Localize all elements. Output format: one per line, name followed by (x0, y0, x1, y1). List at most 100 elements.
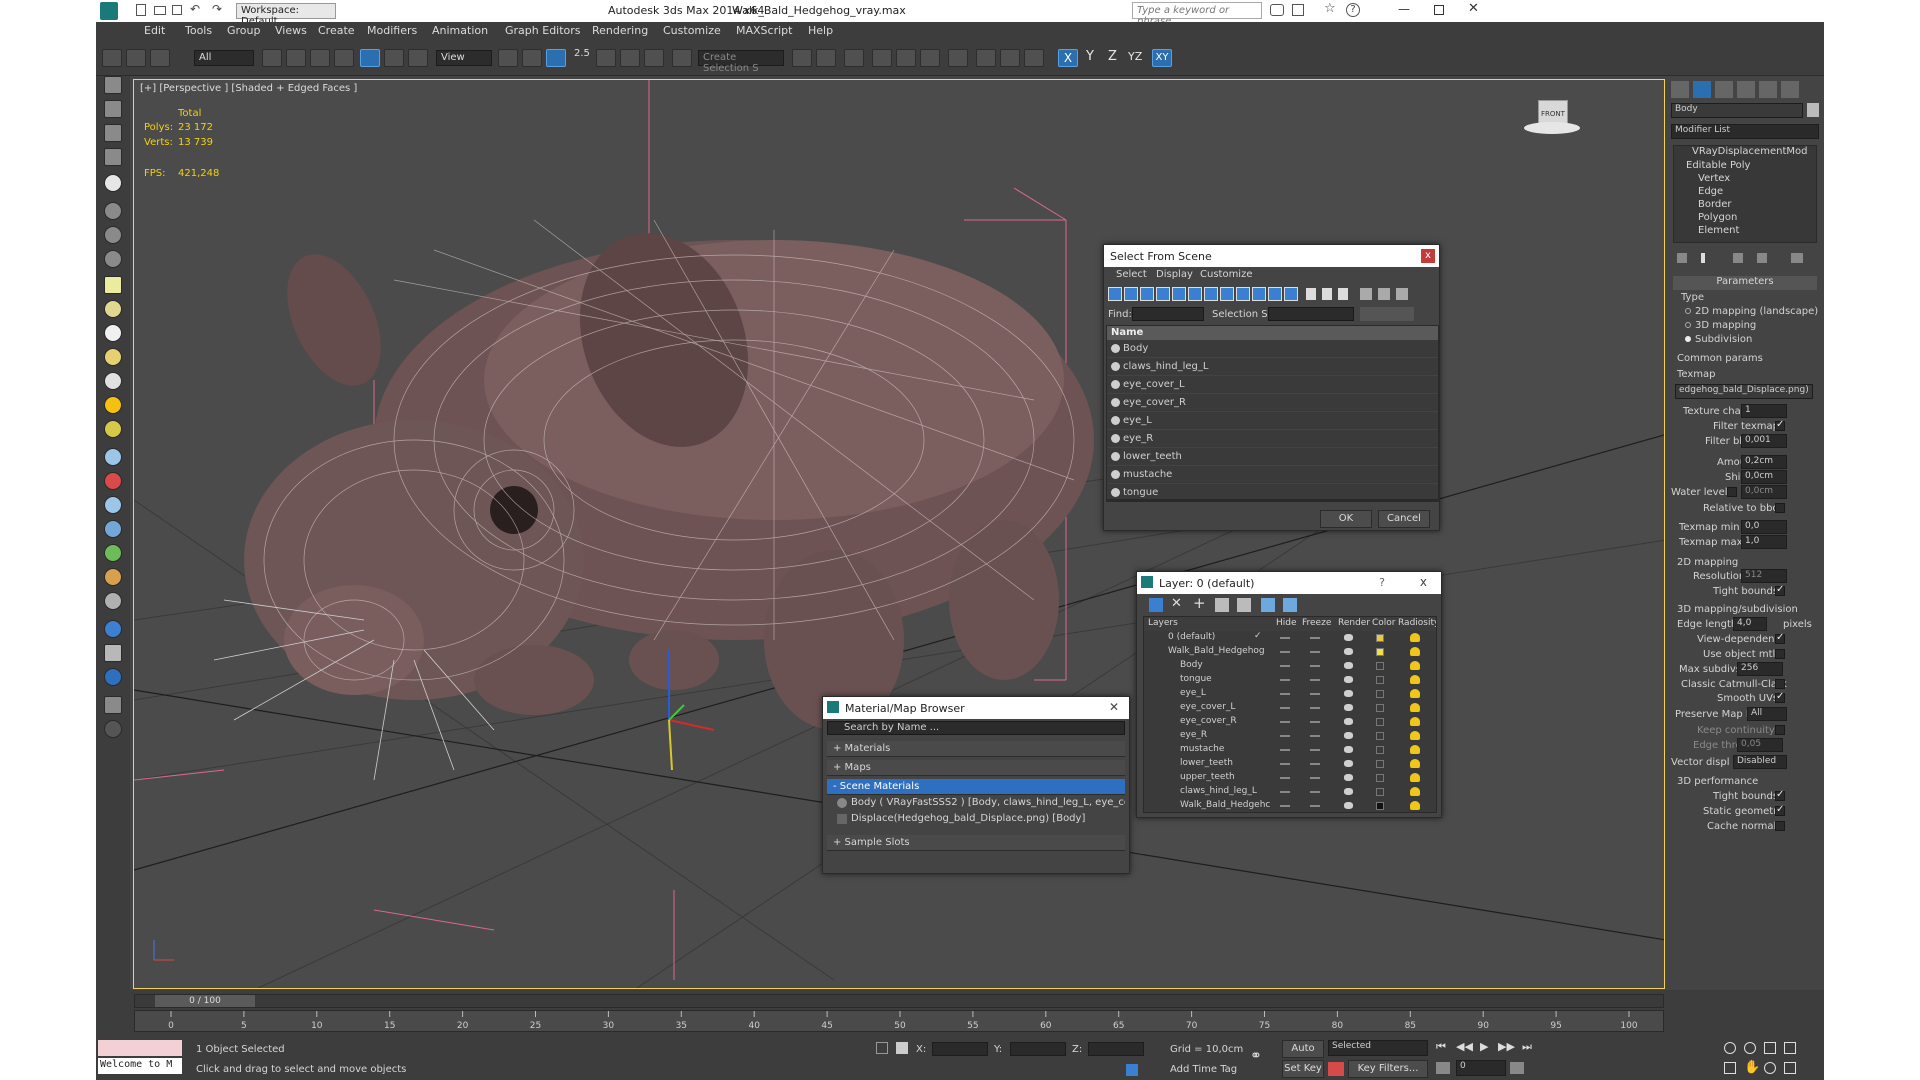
sfs-item-mustache[interactable]: mustache (1107, 466, 1438, 484)
play-icon[interactable]: ▶ (1480, 1040, 1488, 1053)
radiosity-icon[interactable] (1410, 787, 1420, 796)
sfs-item-eye-cover-r[interactable]: eye_cover_R (1107, 394, 1438, 412)
menu-customize[interactable]: Customize (663, 24, 721, 37)
layer-row[interactable]: Walk_Bald_Hedgehc (1144, 799, 1436, 812)
save-file-icon[interactable] (172, 5, 182, 15)
sfs-filter-icon-9[interactable] (1236, 287, 1250, 301)
mmb-titlebar[interactable]: Material/Map Browser ✕ (823, 697, 1129, 719)
make-unique-icon[interactable] (1733, 253, 1743, 263)
layer-hide-toggle[interactable] (1280, 777, 1290, 779)
axis-x-button[interactable]: X (1058, 49, 1078, 67)
pan-icon[interactable]: ✋ (1744, 1060, 1760, 1075)
tool-icon-8[interactable] (104, 250, 122, 268)
binoculars-icon[interactable] (1270, 4, 1284, 16)
mmb-section-materials[interactable]: + Materials (827, 741, 1125, 757)
axis-z-button[interactable]: Z (1108, 49, 1117, 64)
unlink-icon[interactable] (126, 49, 146, 67)
use-object-mtl-checkbox[interactable] (1775, 649, 1785, 659)
window-crossing-icon[interactable] (334, 49, 354, 67)
render-teapot-icon[interactable] (1344, 760, 1353, 767)
track-bar[interactable]: 0 5 10 15 20 25 30 35 40 45 50 55 60 65 70 75 80 85 90 95 10… (134, 1010, 1664, 1032)
named-selection-sets-dropdown[interactable]: Create Selection S (698, 50, 784, 74)
layer-row[interactable]: eye_L (1144, 687, 1436, 701)
layer-hide-toggle[interactable] (1280, 791, 1290, 793)
schematic-view-icon[interactable] (920, 49, 940, 67)
tool-icon-7[interactable] (104, 226, 122, 244)
layer-color-swatch[interactable] (1376, 690, 1384, 698)
motion-tab-icon[interactable] (1737, 81, 1755, 98)
angle-snap-icon[interactable] (596, 49, 616, 67)
layer-current-indicator[interactable]: ✓ (1254, 631, 1262, 641)
teapot-primitive-icon[interactable] (104, 348, 122, 366)
layer-hide-toggle[interactable] (1280, 735, 1290, 737)
display-tab-icon[interactable] (1759, 81, 1777, 98)
close-window-icon[interactable]: ✕ (1468, 1, 1479, 16)
radiosity-icon[interactable] (1410, 731, 1420, 740)
undo-icon[interactable]: ↶ (190, 2, 200, 16)
snap-toggle-label[interactable]: 2.5 (574, 48, 590, 59)
water-level-checkbox[interactable] (1727, 487, 1737, 497)
sphere-primitive-icon[interactable] (104, 300, 122, 318)
render-teapot-icon[interactable] (1344, 774, 1353, 781)
maxscript-bottom[interactable]: Welcome to M (98, 1058, 182, 1074)
tool-icon-26[interactable] (104, 696, 122, 714)
app-logo-icon[interactable] (100, 2, 118, 20)
sfs-ok-button[interactable]: OK (1320, 510, 1372, 528)
sfs-filter-icon-7[interactable] (1204, 287, 1218, 301)
menu-rendering[interactable]: Rendering (592, 24, 648, 37)
maxscript-top[interactable] (98, 1040, 182, 1056)
time-slider-thumb[interactable]: 0 / 100 (155, 995, 255, 1007)
radiosity-icon[interactable] (1410, 717, 1420, 726)
select-rotate-icon[interactable] (384, 49, 404, 67)
tight-bounds-2d-checkbox[interactable] (1775, 584, 1785, 596)
radiosity-icon[interactable] (1410, 703, 1420, 712)
key-filters-button[interactable]: Key Filters... (1348, 1060, 1428, 1078)
amount-spinner[interactable]: 0,2cm (1741, 455, 1787, 469)
link-icon[interactable] (102, 49, 122, 67)
star-icon[interactable]: ☆ (1324, 1, 1336, 16)
sfs-filter-icon-4[interactable] (1156, 287, 1170, 301)
sfs-filter-icon-3[interactable] (1140, 287, 1154, 301)
maximize-viewport-icon[interactable] (1784, 1062, 1796, 1074)
radiosity-icon[interactable] (1410, 745, 1420, 754)
layer-hide-toggle[interactable] (1280, 749, 1290, 751)
modifier-list-dropdown[interactable]: Modifier List (1671, 124, 1819, 139)
mmb-section-maps[interactable]: + Maps (827, 760, 1125, 776)
sfs-filter-icon-6[interactable] (1188, 287, 1202, 301)
layer-freeze-toggle[interactable] (1310, 721, 1320, 723)
rect-selection-icon[interactable] (310, 49, 330, 67)
render-teapot-icon[interactable] (1344, 718, 1353, 725)
sfs-filter-icon-10[interactable] (1252, 287, 1266, 301)
edge-length-spinner[interactable]: 4,0 (1733, 617, 1767, 631)
sfs-funnel-icon-2[interactable] (1378, 288, 1390, 300)
show-end-result-icon[interactable] (1701, 253, 1705, 263)
layer-freeze-toggle[interactable] (1310, 679, 1320, 681)
tool-icon-1[interactable] (104, 76, 122, 94)
sfs-item-claws[interactable]: claws_hind_leg_L (1107, 358, 1438, 376)
menu-help[interactable]: Help (808, 24, 833, 37)
stack-edge[interactable]: Edge (1698, 186, 1723, 197)
key-mode-dropdown[interactable]: Selected (1328, 1040, 1428, 1056)
absolute-mode-icon[interactable] (896, 1042, 908, 1054)
static-geometry-checkbox[interactable] (1775, 804, 1785, 816)
select-from-scene-close-icon[interactable]: x (1421, 249, 1435, 263)
layer-row[interactable]: mustache (1144, 743, 1436, 757)
new-layer-icon[interactable] (1149, 598, 1163, 612)
filter-texmap-checkbox[interactable] (1775, 419, 1785, 431)
object-name-field[interactable]: Body (1671, 103, 1803, 118)
mmb-close-icon[interactable]: ✕ (1109, 700, 1119, 714)
layer-row[interactable]: claws_hind_leg_L (1144, 785, 1436, 799)
select-from-scene-titlebar[interactable]: Select From Scene x (1104, 245, 1439, 267)
render-teapot-icon[interactable] (1344, 634, 1353, 641)
layer-freeze-toggle[interactable] (1310, 749, 1320, 751)
remove-modifier-icon[interactable] (1757, 253, 1767, 263)
water-level-spinner[interactable]: 0,0cm (1741, 485, 1787, 499)
layer-list[interactable]: Layers Hide Freeze Render Color Radiosit… (1143, 616, 1437, 813)
stack-border[interactable]: Border (1698, 199, 1732, 210)
hide-all-icon[interactable] (1261, 598, 1275, 612)
sfs-filter-icon-8[interactable] (1220, 287, 1234, 301)
stack-vray-displacement[interactable]: VRayDisplacementMod (1692, 146, 1807, 157)
modify-tab-icon[interactable] (1693, 81, 1711, 98)
layer-freeze-toggle[interactable] (1310, 693, 1320, 695)
layer-color-swatch[interactable] (1376, 648, 1384, 656)
